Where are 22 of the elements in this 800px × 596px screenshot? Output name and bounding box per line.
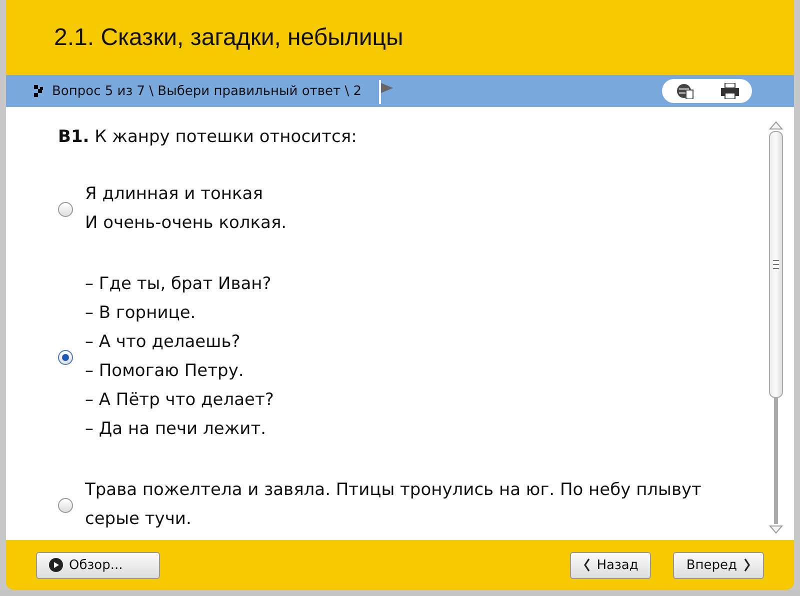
flag-icon[interactable] (378, 79, 394, 105)
lesson-title: 2.1. Сказки, загадки, небылицы (54, 24, 404, 52)
printer-icon[interactable] (720, 83, 738, 99)
radio-button[interactable] (58, 498, 73, 512)
radio-button[interactable] (58, 350, 73, 364)
scrollbar-thumb[interactable] (769, 131, 783, 398)
question-breadcrumb: Вопрос 5 из 7 \ Выбери правильный ответ \ 2 (52, 84, 362, 98)
radio-button[interactable] (58, 202, 73, 216)
forward-button[interactable]: Вперед (673, 552, 764, 578)
grid-icon (34, 85, 44, 97)
scroll-down-icon[interactable] (769, 525, 783, 534)
chevron-left-icon (582, 558, 591, 572)
answer-text: Я длинная и тонкая И очень-очень колкая. (85, 183, 288, 235)
overview-button[interactable]: Обзор... (36, 552, 160, 578)
chevron-right-icon (743, 558, 751, 572)
answer-text: Трава пожелтела и завяла. Птицы тронулись на юг. По небу плывут серые тучи. (85, 479, 702, 531)
play-icon (49, 558, 63, 572)
scrollbar[interactable] (768, 121, 784, 534)
question-text: В1. К жанру потешки относится: (58, 127, 358, 147)
globe-document-icon[interactable] (676, 83, 694, 99)
answer-text: – Где ты, брат Иван? – В горнице. – А что делаешь? – Помогаю Петру. – А Пётр что делает? – Да на печи лежит. (85, 273, 275, 441)
back-button[interactable]: Назад (570, 552, 652, 578)
